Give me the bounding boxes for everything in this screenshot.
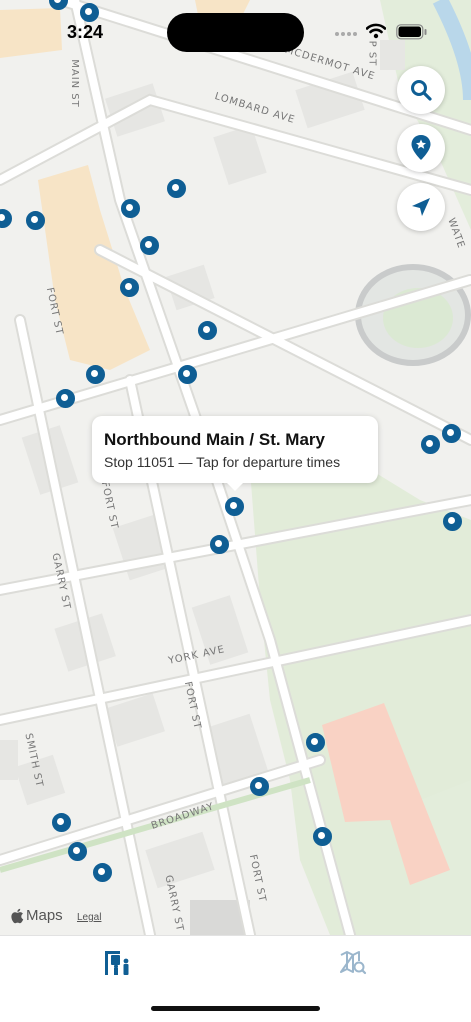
stop-callout[interactable]: Northbound Main / St. Mary Stop 11051 — … — [92, 416, 378, 491]
street-label-main-st: MAIN ST — [68, 59, 80, 108]
street-label-top-partial: P ST — [366, 40, 378, 67]
cellular-signal-icon — [335, 32, 357, 36]
bus-stop-marker[interactable] — [92, 862, 112, 882]
battery-icon — [396, 24, 427, 40]
status-time: 3:24 — [67, 22, 104, 42]
favorite-places-button[interactable] — [397, 124, 445, 172]
wifi-icon — [366, 23, 386, 39]
legal-link[interactable]: Legal — [77, 912, 101, 923]
home-indicator — [151, 1006, 320, 1011]
bus-stop-marker[interactable] — [51, 812, 71, 832]
maps-attribution: Maps — [10, 907, 63, 924]
bus-stop-marker[interactable] — [420, 434, 440, 454]
bus-stop-marker[interactable] — [25, 210, 45, 230]
maps-logo-text: Maps — [26, 907, 63, 924]
apple-logo-icon — [11, 908, 24, 923]
bus-stop-marker[interactable] — [55, 388, 75, 408]
bus-stop-icon — [105, 951, 129, 975]
bus-stop-marker[interactable] — [197, 320, 217, 340]
tab-map-search[interactable] — [323, 946, 383, 980]
search-icon — [411, 80, 432, 101]
bus-stop-marker[interactable] — [249, 776, 269, 796]
search-button[interactable] — [397, 66, 445, 114]
callout-subtitle: Stop 11051 — Tap for departure times — [104, 454, 341, 470]
callout-title: Northbound Main / St. Mary — [104, 430, 325, 449]
bus-stop-marker[interactable] — [120, 198, 140, 218]
bus-stop-marker[interactable] — [177, 364, 197, 384]
bus-stop-marker[interactable] — [67, 841, 87, 861]
bus-stop-marker[interactable] — [85, 364, 105, 384]
current-location-button[interactable] — [397, 183, 445, 231]
tab-stops[interactable] — [88, 946, 148, 980]
location-arrow-icon — [412, 198, 430, 216]
map-view[interactable]: MAIN ST MCDERMOT AVE LOMBARD AVE FORT ST… — [0, 0, 471, 935]
map-search-icon — [340, 951, 367, 975]
bus-stop-marker[interactable] — [442, 511, 462, 531]
bus-stop-marker-selected[interactable] — [224, 496, 244, 516]
bus-stop-marker[interactable] — [209, 534, 229, 554]
bus-stop-marker[interactable] — [166, 178, 186, 198]
bus-stop-marker[interactable] — [441, 423, 461, 443]
dynamic-island — [167, 13, 304, 52]
bus-stop-marker[interactable] — [305, 732, 325, 752]
bus-stop-marker[interactable] — [312, 826, 332, 846]
location-star-pin-icon — [411, 135, 431, 160]
bus-stop-marker[interactable] — [79, 2, 99, 22]
bus-stop-marker[interactable] — [119, 277, 139, 297]
bus-stop-marker[interactable] — [139, 235, 159, 255]
